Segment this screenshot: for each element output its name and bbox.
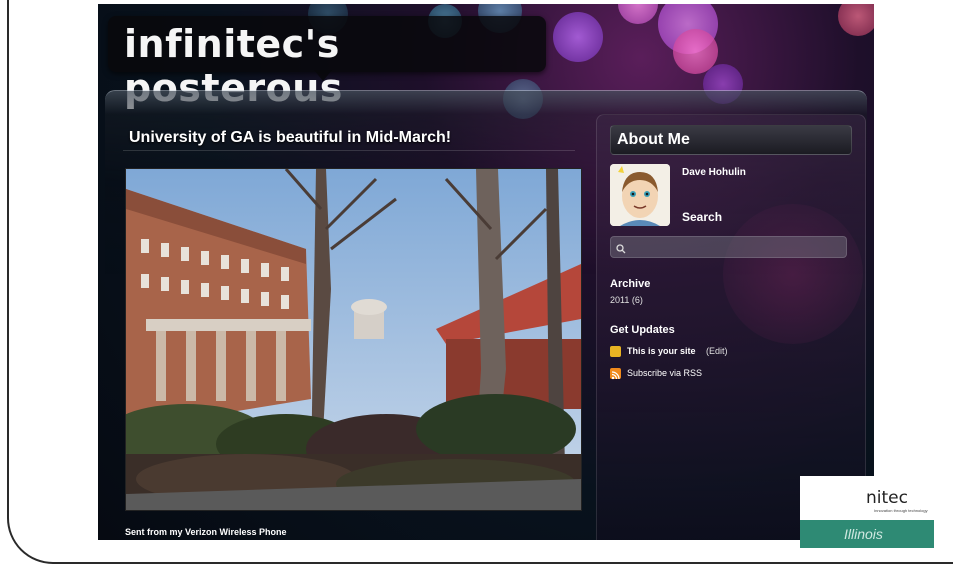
rss-link[interactable]: Subscribe via RSS: [627, 368, 702, 378]
logo-bar-text: Illinois: [844, 526, 883, 542]
logo-tagline: Innovation through technology: [874, 508, 928, 513]
post-title[interactable]: University of GA is beautiful in Mid-Mar…: [129, 129, 451, 147]
post-title-divider: [123, 150, 575, 151]
archive-heading: Archive: [610, 278, 651, 290]
about-me-header: About Me: [610, 125, 852, 155]
search-input[interactable]: [610, 236, 847, 258]
title-tail: [314, 70, 332, 81]
post-photo[interactable]: [125, 168, 582, 511]
search-label: Search: [682, 210, 723, 224]
search-icon: [616, 241, 626, 259]
logo-bar: Illinois: [800, 520, 934, 548]
post-caption: Sent from my Verizon Wireless Phone: [125, 527, 287, 537]
get-updates-heading: Get Updates: [610, 324, 675, 336]
blog-title-box[interactable]: infinitec's posterous: [108, 16, 546, 110]
bokeh-light: [838, 4, 874, 36]
rss-icon: [610, 368, 621, 380]
author-name[interactable]: Dave Hohulin: [682, 167, 746, 178]
archive-entry[interactable]: 2011 (6): [610, 295, 643, 305]
avatar[interactable]: [610, 164, 670, 226]
browser-screenshot: infinitec's posterous University of GA i…: [98, 4, 874, 540]
edit-link[interactable]: (Edit): [706, 346, 728, 356]
logo-text: nitec: [866, 488, 908, 508]
bokeh-light: [553, 12, 603, 62]
bokeh-light: [618, 4, 658, 24]
about-me-heading: About Me: [617, 131, 690, 148]
site-link[interactable]: This is your site: [627, 346, 696, 356]
posterous-icon: [610, 346, 621, 357]
